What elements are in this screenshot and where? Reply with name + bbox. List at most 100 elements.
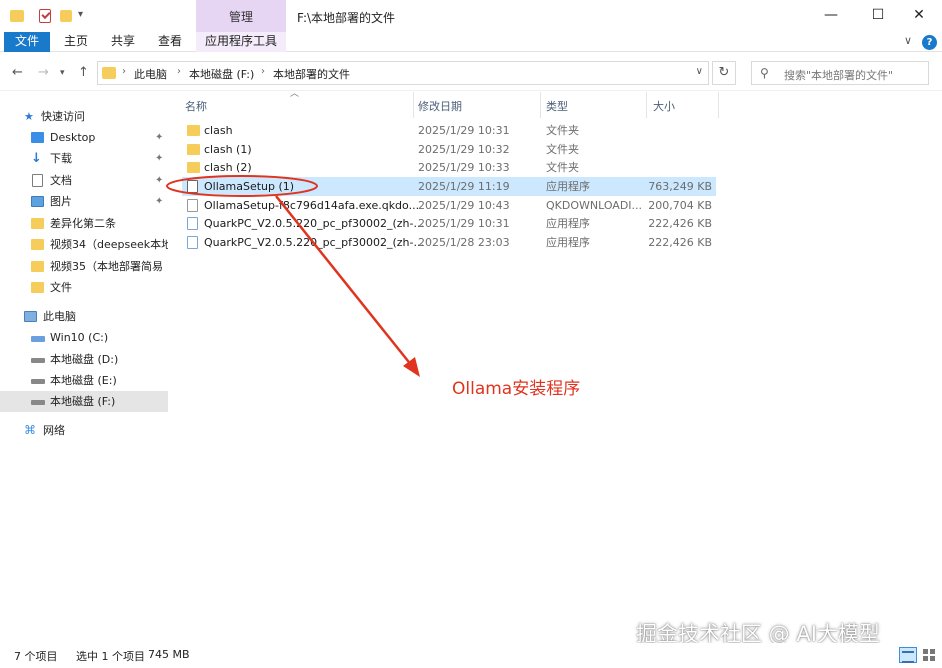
drive-icon	[31, 379, 45, 384]
sidebar-item-label: 文档	[50, 174, 72, 187]
breadcrumb-folder[interactable]: 本地部署的文件	[273, 66, 350, 82]
ribbon-tabs: 文件 主页 共享 查看 应用程序工具 ∨ ?	[0, 32, 942, 52]
sidebar-item-label: 此电脑	[43, 310, 76, 323]
pin-icon: ✦	[155, 132, 164, 143]
file-type: 应用程序	[546, 236, 590, 249]
new-folder-icon[interactable]	[60, 10, 72, 22]
file-date: 2025/1/29 10:32	[418, 143, 510, 156]
column-divider[interactable]	[413, 92, 414, 118]
column-divider[interactable]	[540, 92, 541, 118]
sidebar-item-drive-c[interactable]: Win10 (C:)	[0, 327, 168, 348]
column-header-date[interactable]: 修改日期	[418, 98, 462, 114]
sidebar-item-folder[interactable]: 文件	[0, 277, 168, 298]
search-placeholder: 搜索"本地部署的文件"	[784, 69, 894, 82]
file-date: 2025/1/29 10:33	[418, 161, 510, 174]
folder-icon	[31, 239, 44, 250]
sidebar-item-downloads[interactable]: ↓ 下载 ✦	[0, 148, 168, 169]
sidebar-item-folder[interactable]: 差异化第二条	[0, 213, 168, 234]
file-row[interactable]: QuarkPC_V2.0.5.220_pc_pf30002_(zh-... 20…	[182, 214, 716, 233]
sidebar-item-this-pc[interactable]: 此电脑	[0, 306, 168, 327]
tab-home[interactable]: 主页	[58, 32, 94, 52]
folder-icon	[187, 162, 200, 173]
sidebar-item-folder[interactable]: 视频35（本地部署简易	[0, 256, 168, 277]
search-input[interactable]: ⚲ 搜索"本地部署的文件"	[751, 61, 929, 85]
file-type: 应用程序	[546, 217, 590, 230]
sidebar-item-network[interactable]: ⌘ 网络	[0, 420, 168, 441]
annotation-arrowhead	[403, 357, 420, 377]
minimize-button[interactable]: —	[808, 0, 854, 32]
sidebar-item-drive-d[interactable]: 本地磁盘 (D:)	[0, 349, 168, 370]
sidebar-item-quick-access[interactable]: ★ 快速访问	[0, 106, 168, 127]
file-row[interactable]: QuarkPC_V2.0.5.220_pc_pf30002_(zh-... 20…	[182, 233, 716, 252]
picture-icon	[31, 196, 44, 207]
customize-toolbar-icon[interactable]: ▾	[78, 9, 83, 29]
back-icon[interactable]: ←	[12, 65, 23, 80]
file-row[interactable]: clash 2025/1/29 10:31 文件夹	[182, 121, 716, 140]
breadcrumb-separator: ›	[177, 66, 181, 77]
folder-icon	[10, 10, 24, 22]
context-tab-manage[interactable]: 管理	[196, 0, 286, 32]
up-icon[interactable]: ↑	[78, 65, 89, 80]
network-icon: ⌘	[24, 423, 36, 437]
sidebar-item-desktop[interactable]: Desktop ✦	[0, 127, 168, 148]
exe-icon	[187, 180, 198, 193]
column-divider[interactable]	[718, 92, 719, 118]
file-date: 2025/1/28 23:03	[418, 236, 510, 249]
column-header-type[interactable]: 类型	[546, 98, 568, 114]
status-bar: 7 个项目 选中 1 个项目 745 MB	[0, 643, 942, 668]
address-dropdown-icon[interactable]: ∨	[696, 66, 703, 77]
quark-icon	[187, 217, 198, 230]
refresh-button[interactable]: ↻	[712, 61, 736, 85]
folder-icon	[187, 125, 200, 136]
file-type: 文件夹	[546, 124, 579, 137]
folder-icon	[102, 67, 116, 79]
sidebar-item-pictures[interactable]: 图片 ✦	[0, 191, 168, 212]
column-header-name[interactable]: 名称	[185, 98, 207, 114]
recent-locations-icon[interactable]: ▾	[60, 68, 65, 78]
sidebar-item-drive-e[interactable]: 本地磁盘 (E:)	[0, 370, 168, 391]
help-icon[interactable]: ?	[922, 35, 937, 50]
file-row[interactable]: clash (1) 2025/1/29 10:32 文件夹	[182, 140, 716, 159]
file-row[interactable]: OllamaSetup-f8c796d14afa.exe.qkdo... 202…	[182, 196, 716, 215]
file-row-selected[interactable]: OllamaSetup (1) 2025/1/29 11:19 应用程序 763…	[182, 177, 716, 196]
file-row[interactable]: clash (2) 2025/1/29 10:33 文件夹	[182, 158, 716, 177]
large-icons-view-icon[interactable]	[921, 647, 937, 663]
file-type: 文件夹	[546, 161, 579, 174]
breadcrumb-drive-f[interactable]: 本地磁盘 (F:)	[189, 66, 254, 82]
sidebar-item-label: 快速访问	[41, 110, 85, 123]
quark-icon	[187, 236, 198, 249]
sidebar-item-documents[interactable]: 文档 ✦	[0, 170, 168, 191]
forward-icon[interactable]: →	[38, 65, 49, 80]
close-button[interactable]: ✕	[896, 0, 942, 32]
navigation-pane: ★ 快速访问 Desktop ✦ ↓ 下载 ✦ 文档 ✦ 图片 ✦ 差异化第二条…	[0, 91, 168, 643]
column-header-size[interactable]: 大小	[653, 98, 675, 114]
tab-share[interactable]: 共享	[105, 32, 141, 52]
folder-icon	[187, 144, 200, 155]
sidebar-item-label: 本地磁盘 (E:)	[50, 374, 117, 387]
maximize-button[interactable]: ☐	[855, 0, 901, 32]
tab-file[interactable]: 文件	[4, 32, 50, 52]
file-date: 2025/1/29 10:43	[418, 199, 510, 212]
details-view-icon[interactable]	[899, 647, 917, 663]
address-bar[interactable]: › 此电脑 › 本地磁盘 (F:) › 本地部署的文件 ∨	[97, 61, 709, 85]
column-divider[interactable]	[646, 92, 647, 118]
item-count: 7 个项目	[14, 650, 58, 663]
file-size: 763,249 KB	[648, 180, 712, 193]
properties-icon[interactable]	[39, 9, 51, 23]
tab-view[interactable]: 查看	[152, 32, 188, 52]
file-name: QuarkPC_V2.0.5.220_pc_pf30002_(zh-...	[204, 217, 424, 230]
sidebar-item-folder[interactable]: 视频34（deepseek本地	[0, 234, 168, 255]
breadcrumb-this-pc[interactable]: 此电脑	[134, 66, 167, 82]
file-name: clash	[204, 124, 233, 137]
file-date: 2025/1/29 10:31	[418, 217, 510, 230]
windows-drive-icon	[31, 336, 45, 342]
sidebar-item-label: 差异化第二条	[50, 217, 116, 230]
file-size: 222,426 KB	[648, 217, 712, 230]
expand-ribbon-icon[interactable]: ∨	[904, 34, 912, 47]
sidebar-item-drive-f[interactable]: 本地磁盘 (F:)	[0, 391, 168, 412]
sidebar-item-label: 下载	[50, 152, 72, 165]
folder-icon	[31, 282, 44, 293]
sidebar-item-label: 图片	[50, 195, 72, 208]
sidebar-item-label: Win10 (C:)	[50, 331, 109, 344]
tab-application-tools[interactable]: 应用程序工具	[196, 32, 286, 52]
